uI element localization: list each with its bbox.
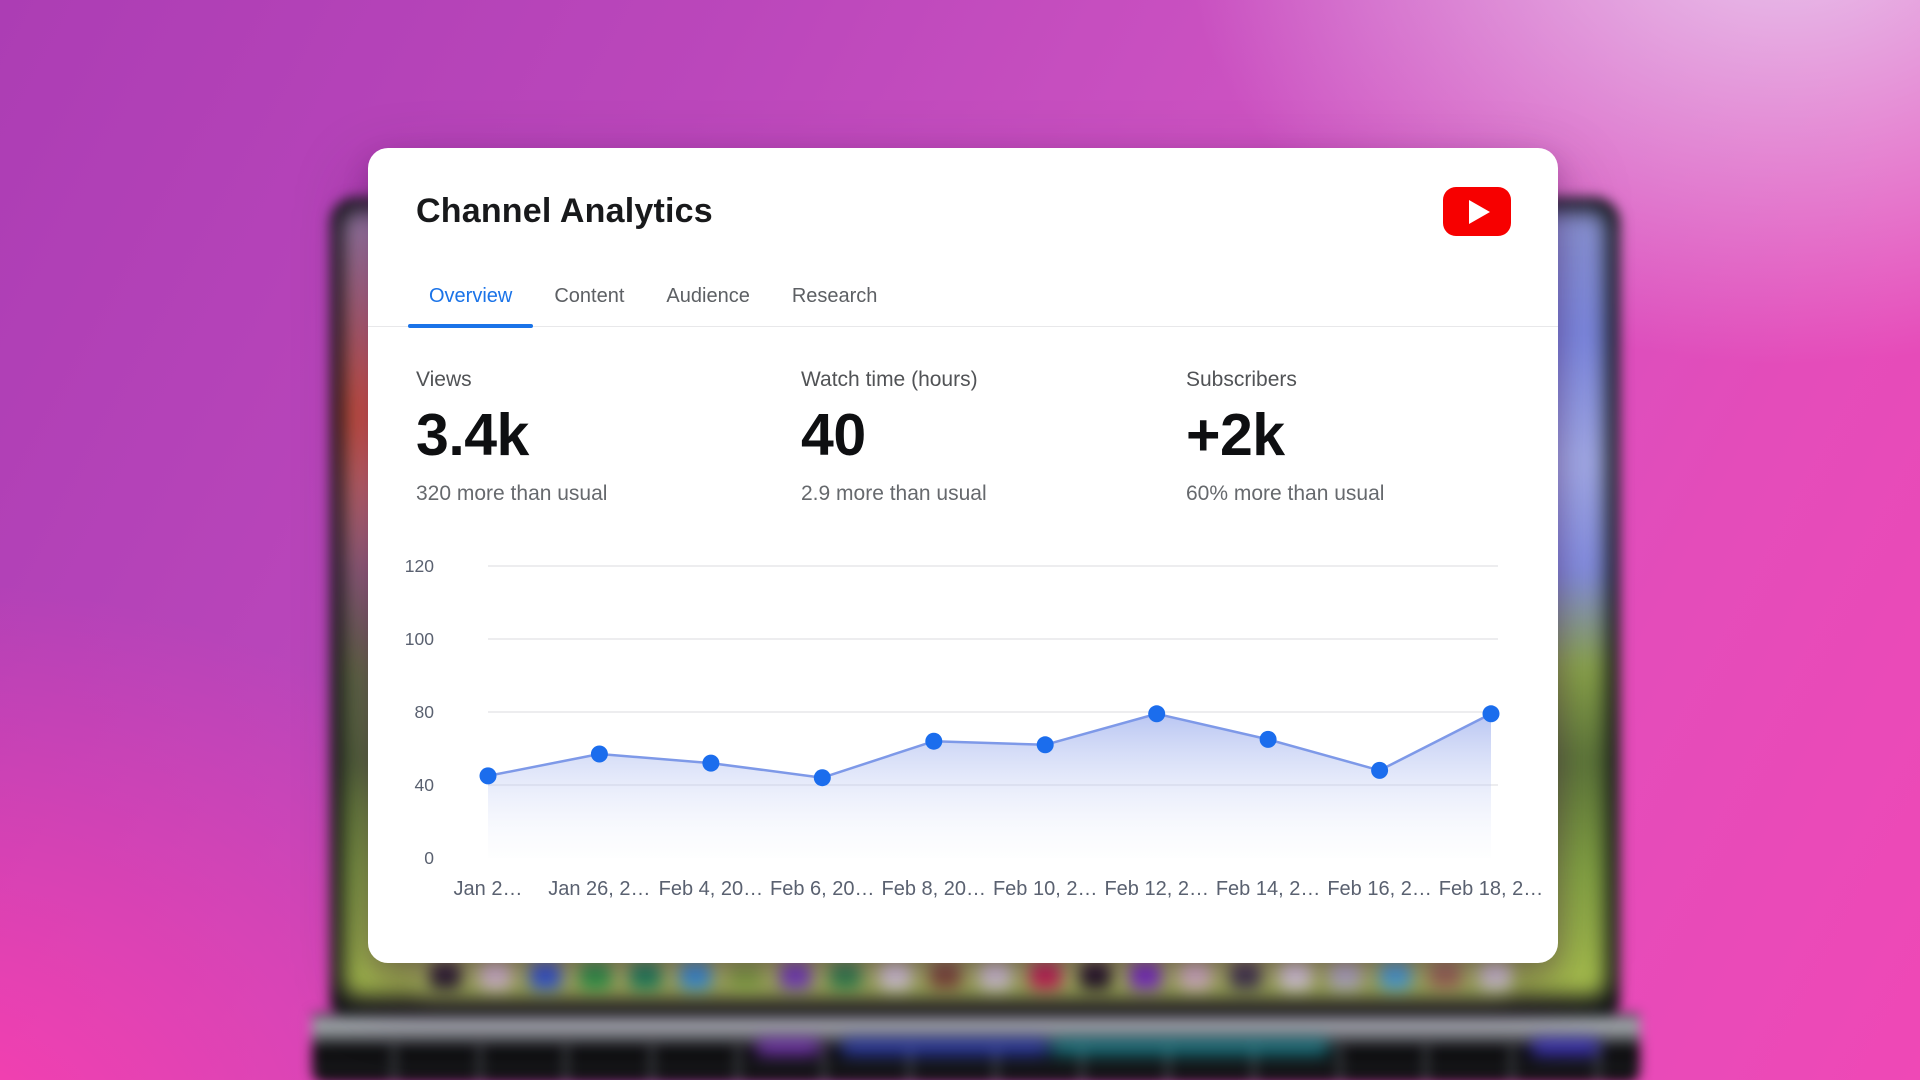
stat-note: 60% more than usual [1186,483,1571,504]
dock-icon [1380,962,1411,989]
svg-text:0: 0 [424,848,434,868]
dock-icon [1280,962,1311,989]
dock-icon [680,962,711,989]
tab-overview[interactable]: Overview [408,266,533,326]
svg-text:100: 100 [405,629,434,649]
page-title: Channel Analytics [416,192,713,231]
svg-text:Feb 10, 2…: Feb 10, 2… [993,878,1098,900]
svg-text:Feb 14, 2…: Feb 14, 2… [1216,878,1321,900]
svg-text:40: 40 [415,775,435,795]
stat-label: Watch time (hours) [801,369,1186,390]
svg-text:Feb 8, 20…: Feb 8, 20… [882,878,987,900]
tab-audience[interactable]: Audience [645,266,770,326]
svg-text:Feb 18, 2…: Feb 18, 2… [1439,878,1544,900]
dock-icon [1180,962,1211,989]
channel-analytics-card: Channel Analytics Overview Content Audie… [368,148,1558,963]
desktop-background: Channel Analytics Overview Content Audie… [0,0,1920,1080]
svg-text:120: 120 [405,556,434,576]
dock-icon [930,962,961,989]
dock-icon [730,962,761,989]
svg-text:Feb 16, 2…: Feb 16, 2… [1327,878,1432,900]
views-area-chart: 0 40 80 100 120 Jan 2… Jan 26, 2… Feb 4, 20… Feb… [368,528,1558,963]
dock-icon [1480,962,1511,989]
dock [430,962,1511,989]
stat-label: Subscribers [1186,369,1571,390]
keyboard-reflection [840,1039,1050,1055]
youtube-logo-icon[interactable] [1443,187,1511,236]
stat-subscribers: Subscribers +2k 60% more than usual [1186,369,1571,504]
tab-research[interactable]: Research [771,266,899,326]
play-icon [1469,200,1490,224]
stat-note: 320 more than usual [416,483,801,504]
svg-text:Feb 12, 2…: Feb 12, 2… [1104,878,1209,900]
dock-icon [430,962,461,989]
stat-value: 40 [801,406,1186,465]
dock-icon [580,962,611,989]
dock-icon [480,962,511,989]
stat-note: 2.9 more than usual [801,483,1186,504]
laptop-keyboard [312,1043,1640,1080]
stat-value: 3.4k [416,406,801,465]
keyboard-reflection [755,1039,821,1055]
svg-text:Feb 4, 20…: Feb 4, 20… [659,878,764,900]
stats-row: Views 3.4k 320 more than usual Watch tim… [416,369,1571,504]
svg-text:Jan 2…: Jan 2… [454,878,523,900]
dock-icon [630,962,661,989]
dock-icon [880,962,911,989]
dock-icon [1330,962,1361,989]
tab-content[interactable]: Content [533,266,645,326]
svg-text:Feb 6, 20…: Feb 6, 20… [770,878,875,900]
dock-icon [830,962,861,989]
dock-icon [1080,962,1111,989]
dock-icon [780,962,811,989]
dock-icon [1430,962,1461,989]
svg-text:80: 80 [415,702,435,722]
dock-icon [1030,962,1061,989]
dock-icon [530,962,561,989]
laptop-base [312,1013,1640,1080]
keyboard-reflection [1530,1039,1600,1055]
dock-icon [1130,962,1161,989]
keyboard-reflection [1050,1039,1330,1055]
stat-label: Views [416,369,801,390]
dock-icon [1230,962,1261,989]
dock-icon [980,962,1011,989]
svg-text:Jan 26, 2…: Jan 26, 2… [548,878,650,900]
stat-views: Views 3.4k 320 more than usual [416,369,801,504]
tab-bar: Overview Content Audience Research [368,266,1558,327]
stat-watch-time: Watch time (hours) 40 2.9 more than usua… [801,369,1186,504]
stat-value: +2k [1186,406,1571,465]
